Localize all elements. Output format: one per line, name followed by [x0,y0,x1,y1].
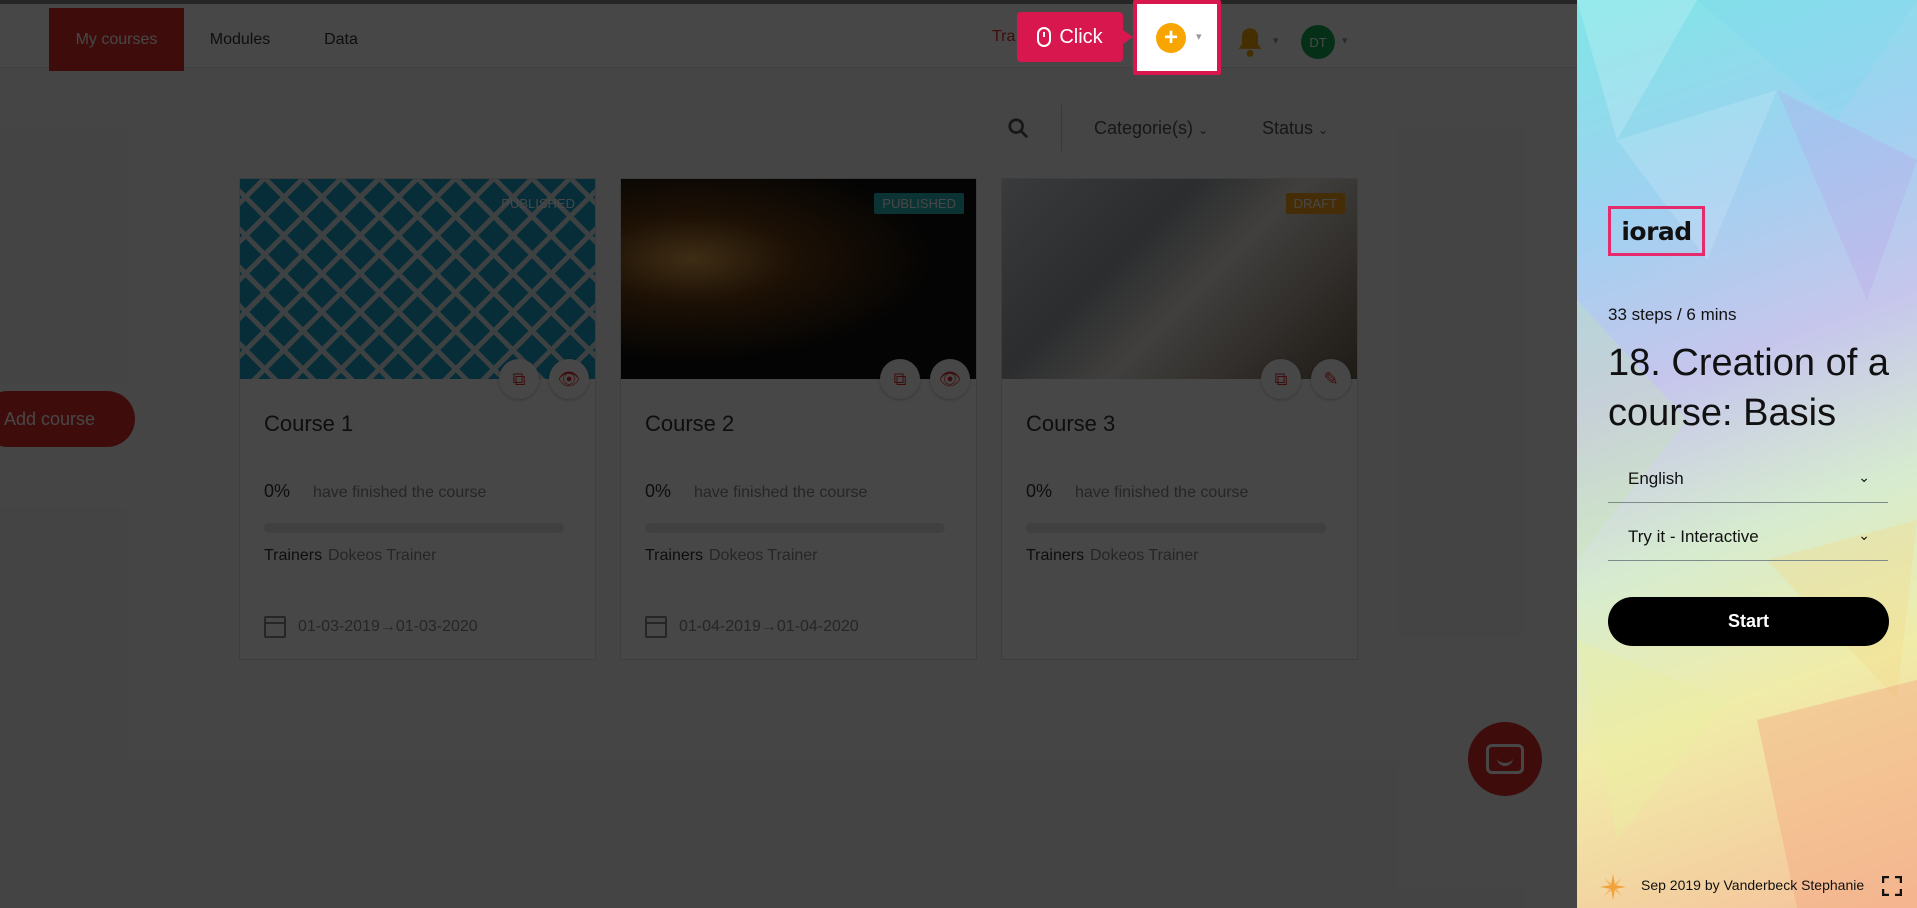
status-badge: PUBLISHED [874,193,964,214]
filter-divider [1061,105,1062,151]
mode-select[interactable]: Try it - Interactive ⌄ [1608,513,1888,561]
iorad-side-panel: iorad 33 steps / 6 mins 18. Creation of … [1577,0,1917,908]
course-dates: 01-03-2019→01-03-2020 [298,618,478,635]
author-avatar-icon [1600,874,1626,900]
copy-button[interactable]: ⧉ [880,359,920,399]
completion-percent: 0% [264,481,291,501]
step-highlight-box [1133,0,1221,75]
language-select[interactable]: English ⌄ [1608,455,1888,503]
categories-filter[interactable]: Categorie(s) ⌄ [1094,118,1208,139]
chevron-down-icon: ⌄ [1318,123,1329,137]
trainers-label: Trainers [1026,547,1085,564]
calendar-icon [264,616,286,638]
start-button[interactable]: Start [1608,597,1889,646]
course-title[interactable]: Course 2 [645,411,734,437]
eye-icon: 👁 [557,368,581,389]
edit-button[interactable]: ✎ [1311,359,1351,399]
top-navbar: My courses Modules Data Tra + ▾ ▾ DT ▾ [0,0,1577,71]
trainers-value: Dokeos Trainer [328,547,437,564]
trainers-label: Trainers [645,547,704,564]
tab-my-courses[interactable]: My courses [49,8,184,71]
copy-button[interactable]: ⧉ [1261,359,1301,399]
status-badge: PUBLISHED [501,196,575,211]
avatar[interactable]: DT [1301,25,1335,59]
completion-text: have finished the course [1075,484,1249,501]
preview-button[interactable]: 👁 [930,359,970,399]
click-hint-label: Click [1059,25,1103,48]
steps-duration: 33 steps / 6 mins [1608,305,1737,324]
course-card[interactable]: PUBLISHED ⧉ 👁 Course 2 0% have finished … [620,178,977,660]
trainers-value: Dokeos Trainer [709,547,818,564]
course-card[interactable]: DRAFT ⧉ ✎ Course 3 0% have finished the … [1001,178,1358,660]
completion-text: have finished the course [694,484,868,501]
trainers-value: Dokeos Trainer [1090,547,1199,564]
tutorial-title: 18. Creation of a course: Basis [1608,342,1889,434]
chevron-down-icon[interactable]: ▾ [1273,34,1279,47]
status-filter-label: Status [1262,118,1314,138]
low-poly-background [1577,0,1917,908]
copy-icon: ⧉ [893,368,907,389]
tab-modules[interactable]: Modules [197,8,283,71]
lms-app: My courses Modules Data Tra + ▾ ▾ DT ▾ C… [0,0,1577,908]
mode-select-value: Try it - Interactive [1628,526,1759,546]
fullscreen-icon[interactable] [1882,876,1902,896]
pencil-icon: ✎ [1323,368,1339,389]
partial-nav-text: Tra [992,28,1016,45]
course-title[interactable]: Course 1 [264,411,353,437]
categories-filter-label: Categorie(s) [1094,118,1194,138]
chat-icon [1486,744,1524,774]
progress-bar [1026,523,1326,533]
copy-icon: ⧉ [512,368,526,389]
chat-button[interactable] [1468,722,1542,796]
status-badge: DRAFT [1285,193,1345,214]
bell-icon[interactable] [1236,26,1264,58]
chevron-down-icon: ⌄ [1198,123,1209,137]
completion-percent: 0% [645,481,672,501]
calendar-icon [645,616,667,638]
course-dates: 01-04-2019→01-04-2020 [679,618,859,635]
language-select-value: English [1628,468,1684,488]
completion-text: have finished the course [313,484,487,501]
trainers-label: Trainers [264,547,323,564]
course-card[interactable]: PUBLISHED ⧉ 👁 Course 1 0% have finished … [239,178,596,660]
progress-bar [264,523,564,533]
mouse-icon [1037,27,1052,47]
status-filter[interactable]: Status ⌄ [1262,118,1328,139]
copy-icon: ⧉ [1274,368,1288,389]
tab-data[interactable]: Data [311,8,371,71]
course-title[interactable]: Course 3 [1026,411,1115,437]
eye-icon: 👁 [938,368,962,389]
click-hint: Click [1017,12,1133,62]
chevron-down-icon[interactable]: ▾ [1342,34,1348,47]
search-icon[interactable] [1007,117,1029,139]
preview-button[interactable]: 👁 [549,359,589,399]
progress-bar [645,523,945,533]
author-credit: Sep 2019 by Vanderbeck Stephanie [1641,877,1865,893]
copy-button[interactable]: ⧉ [499,359,539,399]
chevron-down-icon: ⌄ [1858,527,1870,543]
chevron-down-icon: ⌄ [1858,469,1870,485]
add-course-button[interactable]: Add course [0,391,135,447]
completion-percent: 0% [1026,481,1053,501]
iorad-logo: iorad [1608,206,1705,256]
